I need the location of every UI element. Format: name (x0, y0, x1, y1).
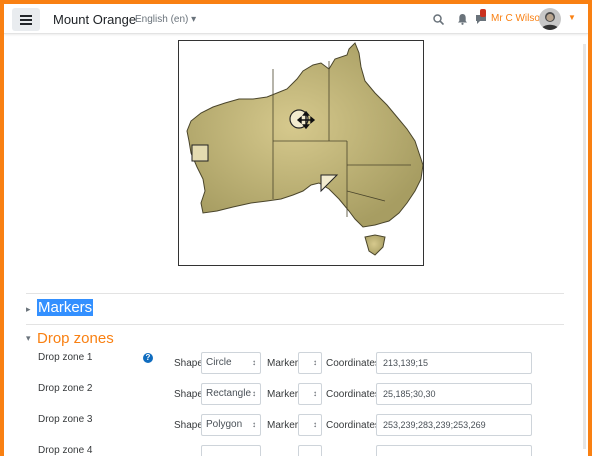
shape-label: Shape (174, 389, 203, 400)
shape-value: Rectangle (206, 388, 252, 399)
shape-value: Polygon (206, 419, 243, 430)
shape-select[interactable]: Circle ↕ (201, 352, 261, 374)
chevron-right-icon[interactable]: ▸ (26, 304, 31, 315)
marker-select[interactable]: ↕ (298, 352, 322, 374)
australia-map (186, 42, 424, 256)
page-frame: Mount Orange English (en) ▾ Mr C Wilson … (4, 4, 588, 456)
help-icon[interactable]: ? (143, 353, 153, 363)
site-name[interactable]: Mount Orange (53, 12, 136, 27)
scrollbar[interactable] (583, 44, 586, 449)
shape-value: Circle (206, 357, 232, 368)
language-label: English (en) (135, 14, 189, 25)
coordinates-input[interactable] (376, 445, 532, 456)
navbar: Mount Orange English (en) ▾ Mr C Wilson … (4, 4, 588, 34)
drop-zone-label: Drop zone 4 (38, 445, 93, 456)
section-markers-heading[interactable]: Markers (37, 299, 94, 316)
drop-zone-label: Drop zone 1 (38, 352, 93, 363)
coordinates-input[interactable]: 213,139;15 (376, 352, 532, 374)
select-arrows-icon: ↕ (313, 389, 317, 398)
drop-zone-row: Drop zone 1 ? Shape Circle ↕ Marker ↕ Coo… (4, 352, 588, 382)
shape-select[interactable]: Polygon ↕ (201, 414, 261, 436)
language-menu[interactable]: English (en) ▾ (135, 14, 196, 25)
shape-select[interactable]: Rectangle ↕ (201, 383, 261, 405)
chevron-down-icon: ▾ (191, 14, 197, 25)
marker-label: Marker (267, 420, 299, 431)
drop-zone-label: Drop zone 2 (38, 383, 93, 394)
background-image-preview (178, 40, 424, 266)
select-arrows-icon: ↕ (313, 358, 317, 367)
select-arrows-icon: ↕ (252, 420, 256, 429)
shape-label: Shape (174, 358, 203, 369)
select-arrows-icon: ↕ (313, 420, 317, 429)
select-arrows-icon: ↕ (252, 358, 256, 367)
message-badge (480, 9, 486, 17)
shape-label: Shape (174, 420, 203, 431)
section-divider (26, 293, 564, 294)
drop-zone-label: Drop zone 3 (38, 414, 93, 425)
marker-label: Marker (267, 358, 299, 369)
bell-icon[interactable] (454, 11, 470, 27)
marker-label: Marker (267, 389, 299, 400)
search-icon[interactable] (430, 11, 446, 27)
chevron-down-icon[interactable]: ▾ (26, 333, 31, 344)
drop-zone-row: Drop zone 2 Shape Rectangle ↕ Marker ↕ Co… (4, 383, 588, 413)
coordinates-input[interactable]: 253,239;283,239;253,269 (376, 414, 532, 436)
section-divider (26, 324, 564, 325)
select-arrows-icon: ↕ (252, 389, 256, 398)
user-name[interactable]: Mr C Wilson (491, 13, 545, 24)
coordinates-label: Coordinates (326, 389, 380, 400)
marker-select[interactable] (298, 445, 322, 456)
hamburger-icon[interactable] (12, 8, 40, 31)
drop-zone-row: Drop zone 3 Shape Polygon ↕ Marker ↕ Coor… (4, 414, 588, 444)
marker-select[interactable]: ↕ (298, 414, 322, 436)
section-dropzones-heading[interactable]: Drop zones (37, 330, 114, 347)
avatar[interactable] (539, 8, 561, 30)
coordinates-label: Coordinates (326, 420, 380, 431)
drop-zone-row: Drop zone 4 (4, 445, 588, 456)
drop-zone-rectangle[interactable] (191, 144, 209, 162)
chevron-down-icon[interactable]: ▼ (568, 13, 576, 22)
coordinates-input[interactable]: 25,185;30,30 (376, 383, 532, 405)
shape-select[interactable] (201, 445, 261, 456)
marker-select[interactable]: ↕ (298, 383, 322, 405)
coordinates-label: Coordinates (326, 358, 380, 369)
